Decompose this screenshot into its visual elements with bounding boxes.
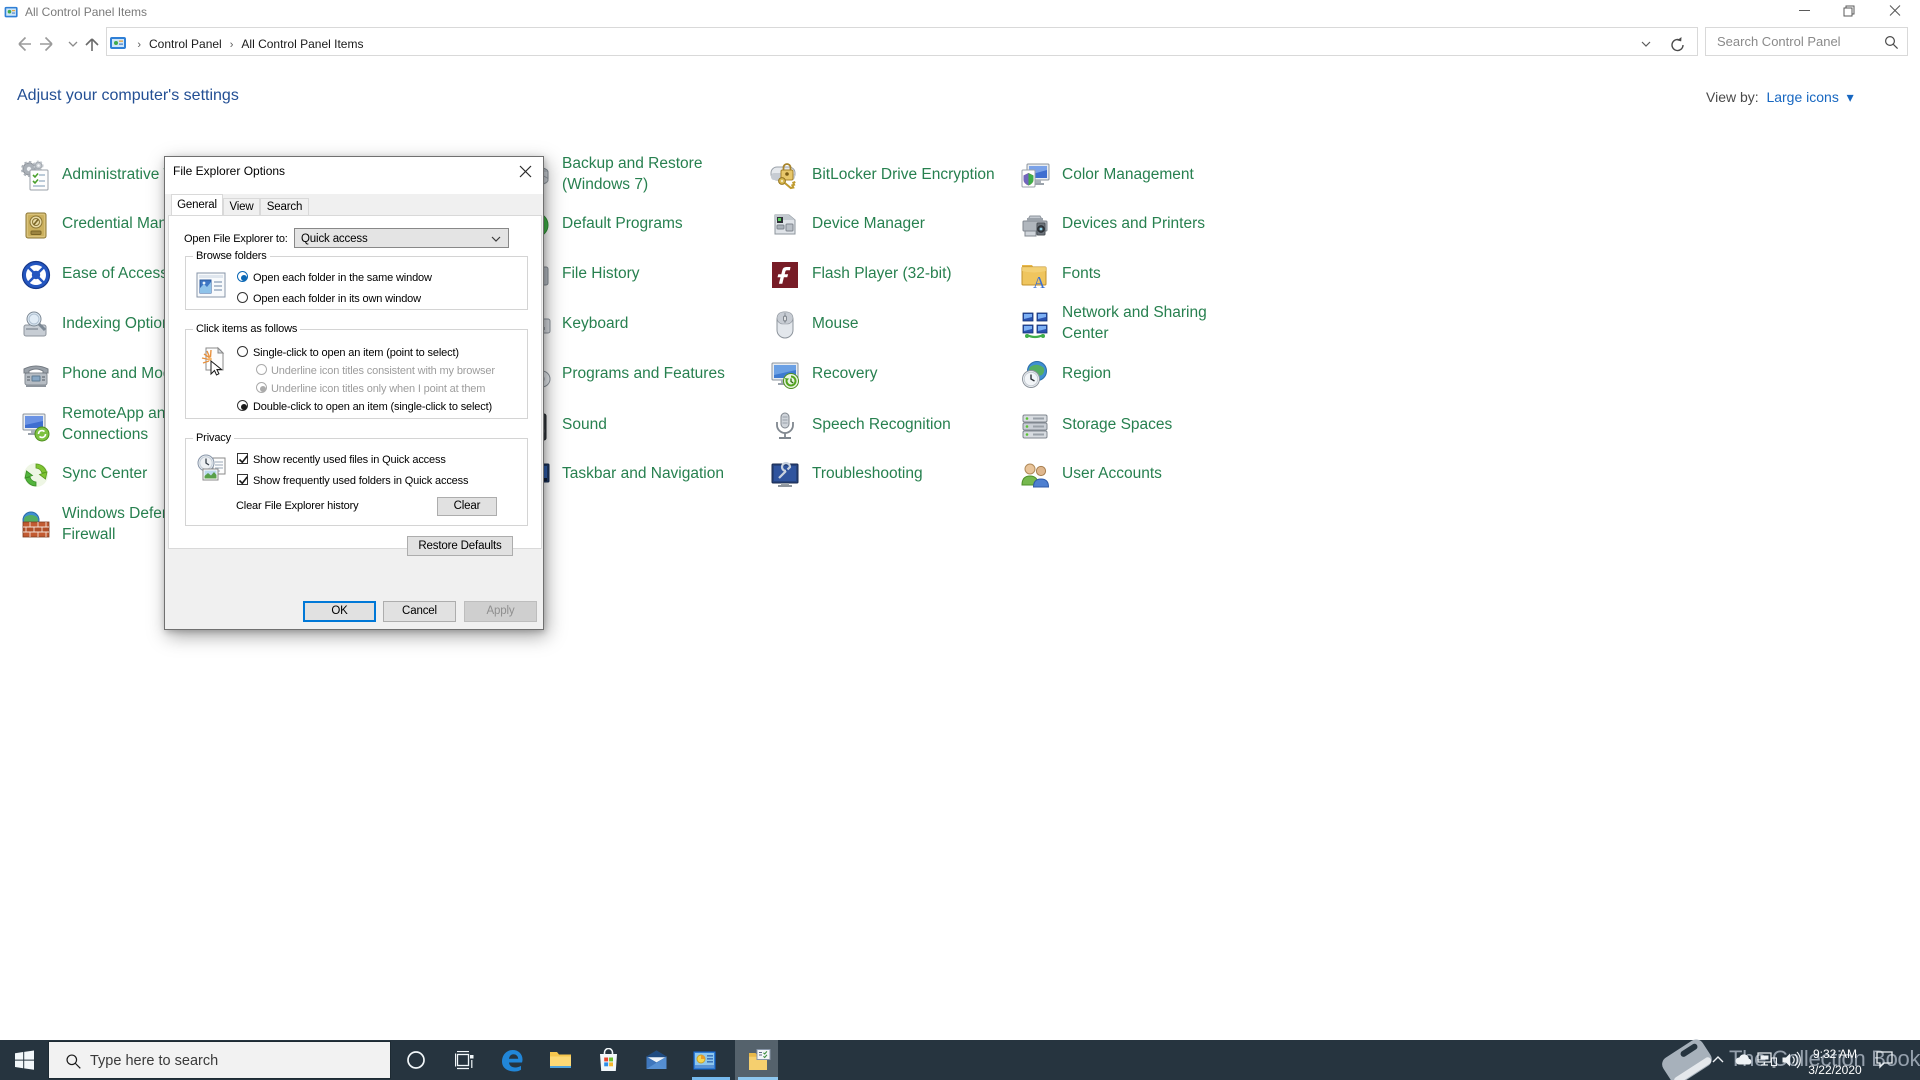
svg-text:A: A <box>1033 273 1046 291</box>
